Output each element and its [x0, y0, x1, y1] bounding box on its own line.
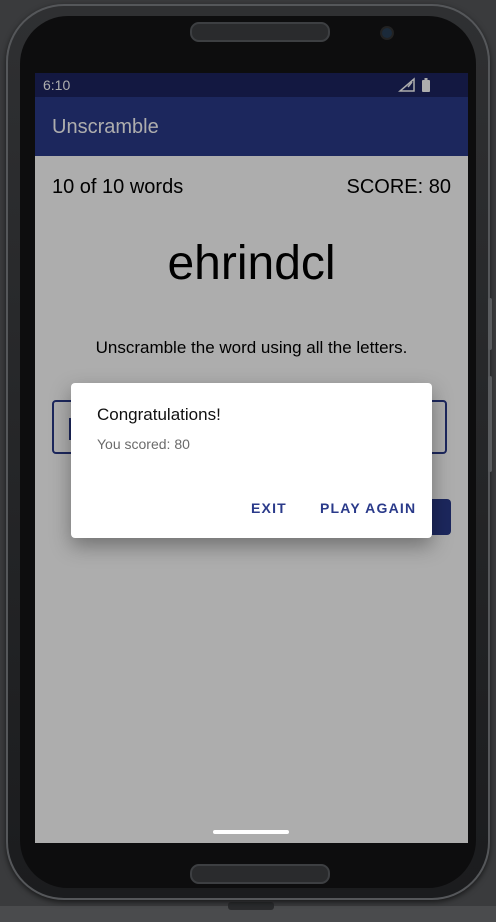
power-button[interactable] [488, 376, 492, 472]
exit-button[interactable]: EXIT [251, 500, 287, 516]
bottom-speaker [190, 864, 330, 884]
gesture-nav-handle[interactable] [213, 830, 289, 834]
emulator-notch [228, 902, 274, 910]
score-dialog: Congratulations! You scored: 80 EXIT PLA… [71, 383, 432, 538]
emulator-stage: 6:10 Unscramble 10 of 10 words SCORE: 80… [0, 0, 496, 922]
front-camera-icon [382, 28, 392, 38]
dialog-title: Congratulations! [97, 405, 221, 424]
device-screen: 6:10 Unscramble 10 of 10 words SCORE: 80… [35, 73, 468, 843]
play-again-button[interactable]: PLAY AGAIN [320, 500, 416, 516]
volume-button[interactable] [488, 298, 492, 350]
dialog-message: You scored: 80 [97, 436, 190, 452]
top-speaker [190, 22, 330, 42]
